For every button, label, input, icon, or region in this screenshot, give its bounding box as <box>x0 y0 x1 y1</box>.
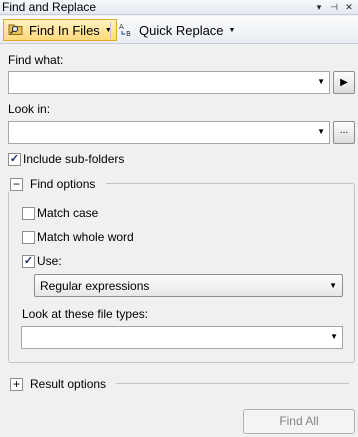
find-what-combobox[interactable]: ▼ <box>8 71 330 94</box>
browse-button[interactable]: ... <box>333 121 355 144</box>
result-options-divider <box>116 383 349 384</box>
chevron-down-icon: ▼ <box>329 281 337 290</box>
match-whole-word-checkbox[interactable] <box>22 231 35 244</box>
svg-text:A: A <box>119 23 124 31</box>
svg-text:B: B <box>126 30 131 37</box>
look-in-label: Look in: <box>8 102 51 116</box>
quick-replace-label: Quick Replace <box>139 22 224 38</box>
find-in-files-button[interactable]: Find In Files ▼ <box>3 19 117 41</box>
match-case-checkbox[interactable] <box>22 207 35 220</box>
find-in-files-label: Find In Files <box>29 22 100 38</box>
match-case-label: Match case <box>37 206 99 220</box>
play-arrow-icon: ▶ <box>340 77 348 88</box>
chevron-down-icon[interactable]: ▼ <box>317 77 325 86</box>
match-whole-word-label: Match whole word <box>37 230 134 244</box>
result-options-expand-toggle[interactable]: + <box>10 378 23 391</box>
include-subfolders-label: Include sub-folders <box>23 152 125 166</box>
find-what-input[interactable] <box>11 74 311 91</box>
search-syntax-select[interactable]: Regular expressions ▼ <box>34 274 343 297</box>
quick-replace-button[interactable]: A B Quick Replace ▼ <box>114 19 239 41</box>
pin-icon[interactable]: ⊣ <box>327 1 341 14</box>
toolbar: Find In Files ▼ A B Quick Replace ▼ <box>0 16 358 44</box>
close-icon[interactable]: ✕ <box>342 1 356 14</box>
find-what-label: Find what: <box>8 53 64 67</box>
file-types-input[interactable] <box>24 329 324 346</box>
window-title: Find and Replace <box>2 0 97 14</box>
chevron-down-icon[interactable]: ▼ <box>330 332 338 341</box>
result-options-label: Result options <box>30 377 107 391</box>
file-types-label: Look at these file types: <box>22 307 149 321</box>
use-label: Use: <box>37 254 62 268</box>
look-in-combobox[interactable]: ▼ <box>8 121 330 144</box>
find-options-label: Find options <box>30 177 96 191</box>
folder-search-icon <box>8 22 24 39</box>
include-subfolders-checkbox[interactable]: ✓ <box>8 153 21 166</box>
replace-ab-icon: A B <box>118 21 134 40</box>
chevron-down-icon[interactable]: ▼ <box>317 127 325 136</box>
use-checkbox[interactable]: ✓ <box>22 255 35 268</box>
find-options-collapse-toggle[interactable]: − <box>10 178 23 191</box>
file-types-combobox[interactable]: ▼ <box>21 326 343 349</box>
look-in-input[interactable] <box>11 124 311 141</box>
toolbar-separator <box>110 22 111 38</box>
chevron-down-icon: ▼ <box>228 26 236 34</box>
expression-builder-button[interactable]: ▶ <box>333 71 355 94</box>
find-all-button[interactable]: Find All <box>243 409 355 434</box>
search-syntax-value: Regular expressions <box>40 279 150 293</box>
title-bar: Find and Replace ▾ ⊣ ✕ <box>0 0 358 15</box>
window-menu-dropdown-icon[interactable]: ▾ <box>312 1 326 14</box>
